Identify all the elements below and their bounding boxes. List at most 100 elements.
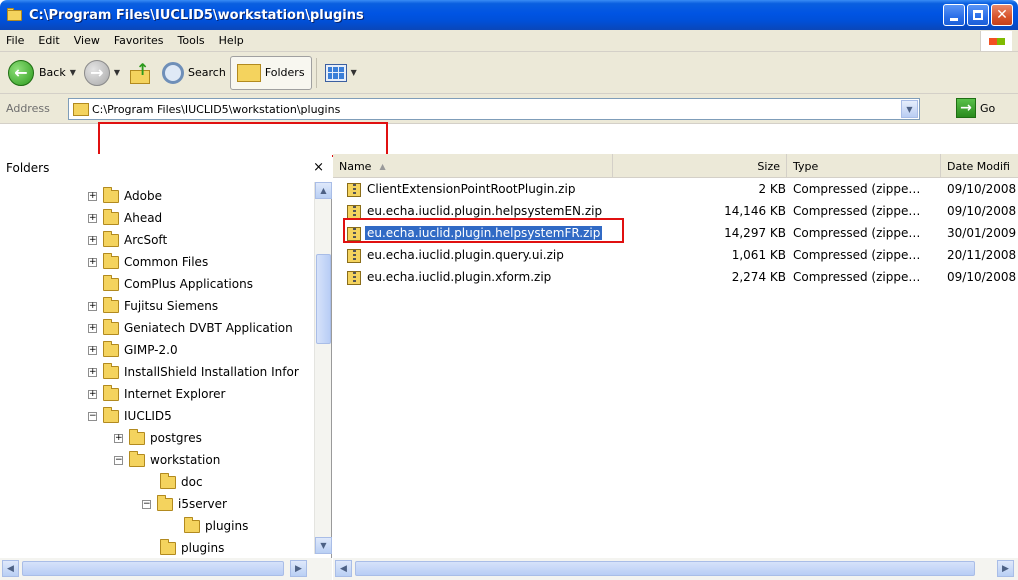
file-name: ClientExtensionPointRootPlugin.zip [367, 182, 576, 196]
close-button[interactable]: ✕ [991, 4, 1013, 26]
windows-logo-icon [980, 31, 1012, 51]
tree-item-i5server-plugins[interactable]: plugins [184, 516, 248, 536]
tree-item-geniatech[interactable]: + Geniatech DVBT Application [88, 318, 293, 338]
tree-item-iuclid5[interactable]: − IUCLID5 [88, 406, 172, 426]
folders-horizontal-scrollbar[interactable]: ◀ ▶ [0, 558, 332, 580]
tree-item-internet-explorer[interactable]: + Internet Explorer [88, 384, 225, 404]
toolbar-separator [315, 57, 317, 88]
expand-icon[interactable]: + [88, 389, 97, 399]
window-title: C:\Program Files\IUCLID5\workstation\plu… [29, 7, 364, 23]
file-type: Compressed (zippe… [793, 226, 921, 240]
chevron-down-icon[interactable]: ▼ [114, 68, 120, 77]
menu-view[interactable]: View [67, 34, 107, 47]
tree-item-ahead[interactable]: + Ahead [88, 208, 162, 228]
expand-icon[interactable]: + [88, 191, 97, 201]
scroll-thumb[interactable] [22, 561, 284, 576]
expand-icon[interactable]: + [88, 367, 97, 377]
address-highlight-box [98, 122, 388, 157]
scroll-thumb[interactable] [355, 561, 975, 576]
expand-icon[interactable]: + [114, 433, 123, 443]
menu-edit[interactable]: Edit [31, 34, 66, 47]
collapse-icon[interactable]: − [142, 499, 151, 509]
zip-file-icon [347, 183, 361, 197]
file-date: 09/10/2008 [947, 182, 1017, 196]
tree-item-common-files[interactable]: + Common Files [88, 252, 208, 272]
expand-icon[interactable]: + [88, 235, 97, 245]
tree-item-installshield[interactable]: + InstallShield Installation Infor [88, 362, 299, 382]
address-bar: Address C:\Program Files\IUCLID5\worksta… [0, 94, 1018, 124]
tree-item-workstation[interactable]: − workstation [114, 450, 220, 470]
folders-vertical-scrollbar[interactable]: ▲ ▼ [314, 182, 332, 554]
file-row[interactable]: ClientExtensionPointRootPlugin.zip 2 KB … [333, 180, 1018, 200]
tree-item-fujitsu[interactable]: + Fujitsu Siemens [88, 296, 218, 316]
tree-item-label: Ahead [124, 211, 163, 225]
forward-button[interactable]: → ▼ [80, 56, 124, 90]
file-size: 14,297 KB [724, 226, 786, 240]
scroll-right-icon[interactable]: ▶ [290, 560, 307, 577]
scroll-up-icon[interactable]: ▲ [315, 182, 332, 199]
tree-item-i5server[interactable]: − i5server [142, 494, 227, 514]
file-date: 20/11/2008 [947, 248, 1017, 262]
tree-item-plugins[interactable]: plugins [160, 538, 225, 558]
search-label: Search [188, 66, 226, 79]
folder-icon [7, 8, 23, 22]
folders-button[interactable]: Folders [229, 55, 312, 90]
minimize-button[interactable] [943, 4, 965, 26]
file-row[interactable]: eu.echa.iuclid.plugin.xform.zip 2,274 KB… [333, 268, 1018, 288]
column-date-label: Date Modifi [947, 159, 1010, 173]
column-name[interactable]: Name ▲ [333, 154, 613, 178]
expand-icon[interactable]: + [88, 301, 97, 311]
expand-icon[interactable]: + [88, 345, 97, 355]
go-button[interactable]: → Go [956, 98, 995, 118]
menu-favorites[interactable]: Favorites [107, 34, 171, 47]
expand-icon[interactable]: + [88, 323, 97, 333]
scroll-down-icon[interactable]: ▼ [315, 537, 332, 554]
scroll-left-icon[interactable]: ◀ [2, 560, 19, 577]
up-folder-icon: ↑ [128, 60, 154, 86]
up-folder-button[interactable]: ↑ [124, 56, 158, 90]
chevron-down-icon[interactable]: ▼ [70, 68, 76, 77]
collapse-icon[interactable]: − [114, 455, 123, 465]
menu-tools[interactable]: Tools [171, 34, 212, 47]
expand-icon[interactable]: + [88, 257, 97, 267]
file-row[interactable]: eu.echa.iuclid.plugin.query.ui.zip 1,061… [333, 246, 1018, 266]
scroll-thumb[interactable] [316, 254, 331, 344]
maximize-button[interactable] [967, 4, 989, 26]
file-date: 09/10/2008 [947, 204, 1017, 218]
views-button[interactable]: ▼ [321, 56, 361, 90]
address-input[interactable]: C:\Program Files\IUCLID5\workstation\plu… [68, 98, 920, 120]
column-size[interactable]: Size [613, 154, 787, 178]
expand-icon[interactable]: + [88, 213, 97, 223]
tree-item-postgres[interactable]: + postgres [114, 428, 202, 448]
column-type[interactable]: Type [787, 154, 941, 178]
collapse-icon[interactable]: − [88, 411, 97, 421]
folder-icon [103, 296, 119, 313]
tree-item-arcsoft[interactable]: + ArcSoft [88, 230, 167, 250]
menu-file[interactable]: File [0, 34, 31, 47]
tree-item-label: ComPlus Applications [124, 277, 253, 291]
scroll-left-icon[interactable]: ◀ [335, 560, 352, 577]
tree-item-complus[interactable]: ComPlus Applications [103, 274, 253, 294]
folder-icon [103, 318, 119, 335]
forward-arrow-icon: → [83, 59, 110, 86]
folder-icon [184, 516, 200, 533]
tree-item-gimp[interactable]: + GIMP-2.0 [88, 340, 178, 360]
files-horizontal-scrollbar[interactable]: ◀ ▶ [333, 558, 1018, 580]
file-name: eu.echa.iuclid.plugin.helpsystemEN.zip [367, 204, 603, 218]
folder-icon [103, 274, 119, 291]
tree-item-adobe[interactable]: + Adobe [88, 186, 162, 206]
tree-item-label: postgres [150, 431, 202, 445]
folder-icon [103, 384, 119, 401]
menu-help[interactable]: Help [212, 34, 251, 47]
close-icon[interactable]: × [313, 160, 324, 175]
tree-item-doc[interactable]: doc [160, 472, 203, 492]
scroll-right-icon[interactable]: ▶ [997, 560, 1014, 577]
column-type-label: Type [793, 159, 819, 173]
folder-icon [103, 208, 119, 225]
column-date[interactable]: Date Modifi [941, 154, 1018, 178]
back-button[interactable]: ← Back ▼ [4, 56, 80, 90]
chevron-down-icon[interactable]: ▼ [351, 68, 357, 77]
search-button[interactable]: Search [158, 56, 230, 90]
chevron-down-icon[interactable]: ▼ [901, 100, 918, 118]
title-bar[interactable]: C:\Program Files\IUCLID5\workstation\plu… [0, 0, 1018, 30]
